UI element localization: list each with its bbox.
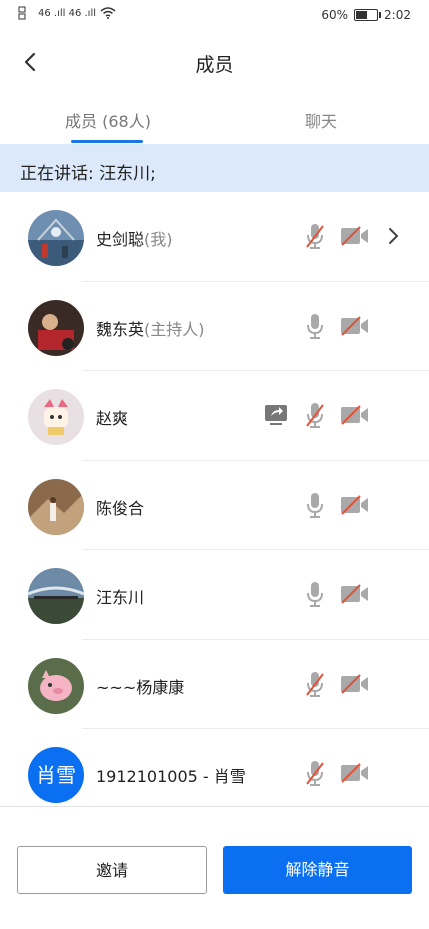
member-name: 陈俊合 [96,498,145,518]
member-name: 汪东川 [96,588,145,607]
battery-percent: 60% [321,8,349,22]
chevron-right-icon[interactable] [386,226,400,246]
avatar [28,210,84,266]
member-row[interactable]: ~~~杨康康 [0,640,429,729]
battery-icon [354,9,382,21]
top-bar: 成员 [0,40,429,88]
avatar [28,478,84,535]
camera-off-icon[interactable] [340,494,370,516]
status-bar: 46 .ıll 46 .ıll 60% 2:02 [0,0,429,32]
camera-off-icon[interactable] [340,225,370,247]
status-right: 60% 2:02 [321,8,411,22]
avatar [28,657,84,714]
sim-icon [18,6,26,20]
unmute-button[interactable]: 解除静音 [223,846,412,894]
mic-muted-icon[interactable] [304,759,326,787]
network-label: 46 .ıll 46 .ıll [38,7,97,19]
clock: 2:02 [384,8,411,22]
mic-muted-icon[interactable] [304,670,326,698]
member-row[interactable]: 陈俊合 [0,461,429,550]
member-name-wrap: 史剑聪(我) [96,226,173,250]
tab-bar: 成员 (68人) 聊天 [0,100,429,144]
avatar: 肖雪 [28,747,84,803]
mic-icon[interactable] [304,491,326,519]
tab-members[interactable]: 成员 (68人) [65,108,151,132]
member-name: 史剑聪 [96,230,145,249]
member-name-wrap: 1912101005 - 肖雪 [96,763,246,787]
screen-share-icon[interactable] [264,403,288,427]
camera-off-icon[interactable] [340,404,370,426]
invite-button[interactable]: 邀请 [17,846,207,894]
avatar [28,568,84,624]
member-row[interactable]: 汪东川 [0,550,429,640]
mic-icon[interactable] [304,312,326,340]
member-row[interactable]: 魏东英(主持人) [0,282,429,371]
member-name-wrap: ~~~杨康康 [96,674,184,698]
bottom-divider [0,806,429,807]
camera-off-icon[interactable] [340,762,370,784]
member-role: (我) [144,230,173,249]
speaking-banner: 正在讲话: 汪东川; [0,144,429,192]
active-tab-indicator [71,140,143,143]
member-name-wrap: 魏东英(主持人) [96,316,205,340]
member-name: 1912101005 - 肖雪 [96,767,246,786]
mic-icon[interactable] [304,580,326,608]
member-name: 魏东英 [96,319,145,339]
member-row[interactable]: 史剑聪(我) [0,192,429,282]
member-name-wrap: 陈俊合 [96,495,144,519]
camera-off-icon[interactable] [340,315,370,337]
camera-off-icon[interactable] [340,673,370,695]
avatar [28,389,84,445]
tab-chat[interactable]: 聊天 [305,108,337,132]
speaking-text: 正在讲话: 汪东川; [20,164,156,184]
page-title: 成员 [195,54,234,76]
member-name: 赵爽 [96,409,129,428]
member-name-wrap: 汪东川 [96,584,144,608]
member-name: ~~~杨康康 [96,677,185,697]
member-row[interactable]: 赵爽 [0,371,429,461]
network-indicators: 46 .ıll 46 .ıll [18,6,116,20]
mic-muted-icon[interactable] [304,222,326,250]
member-role: (主持人) [144,319,205,339]
camera-off-icon[interactable] [340,583,370,605]
wifi-icon [100,7,116,19]
member-list: 史剑聪(我) 魏东英(主持人) 赵爽 陈俊合 汪东川 ~~~杨康康 肖雪 191… [0,192,429,819]
mic-muted-icon[interactable] [304,401,326,429]
avatar [28,299,84,356]
member-name-wrap: 赵爽 [96,405,128,429]
